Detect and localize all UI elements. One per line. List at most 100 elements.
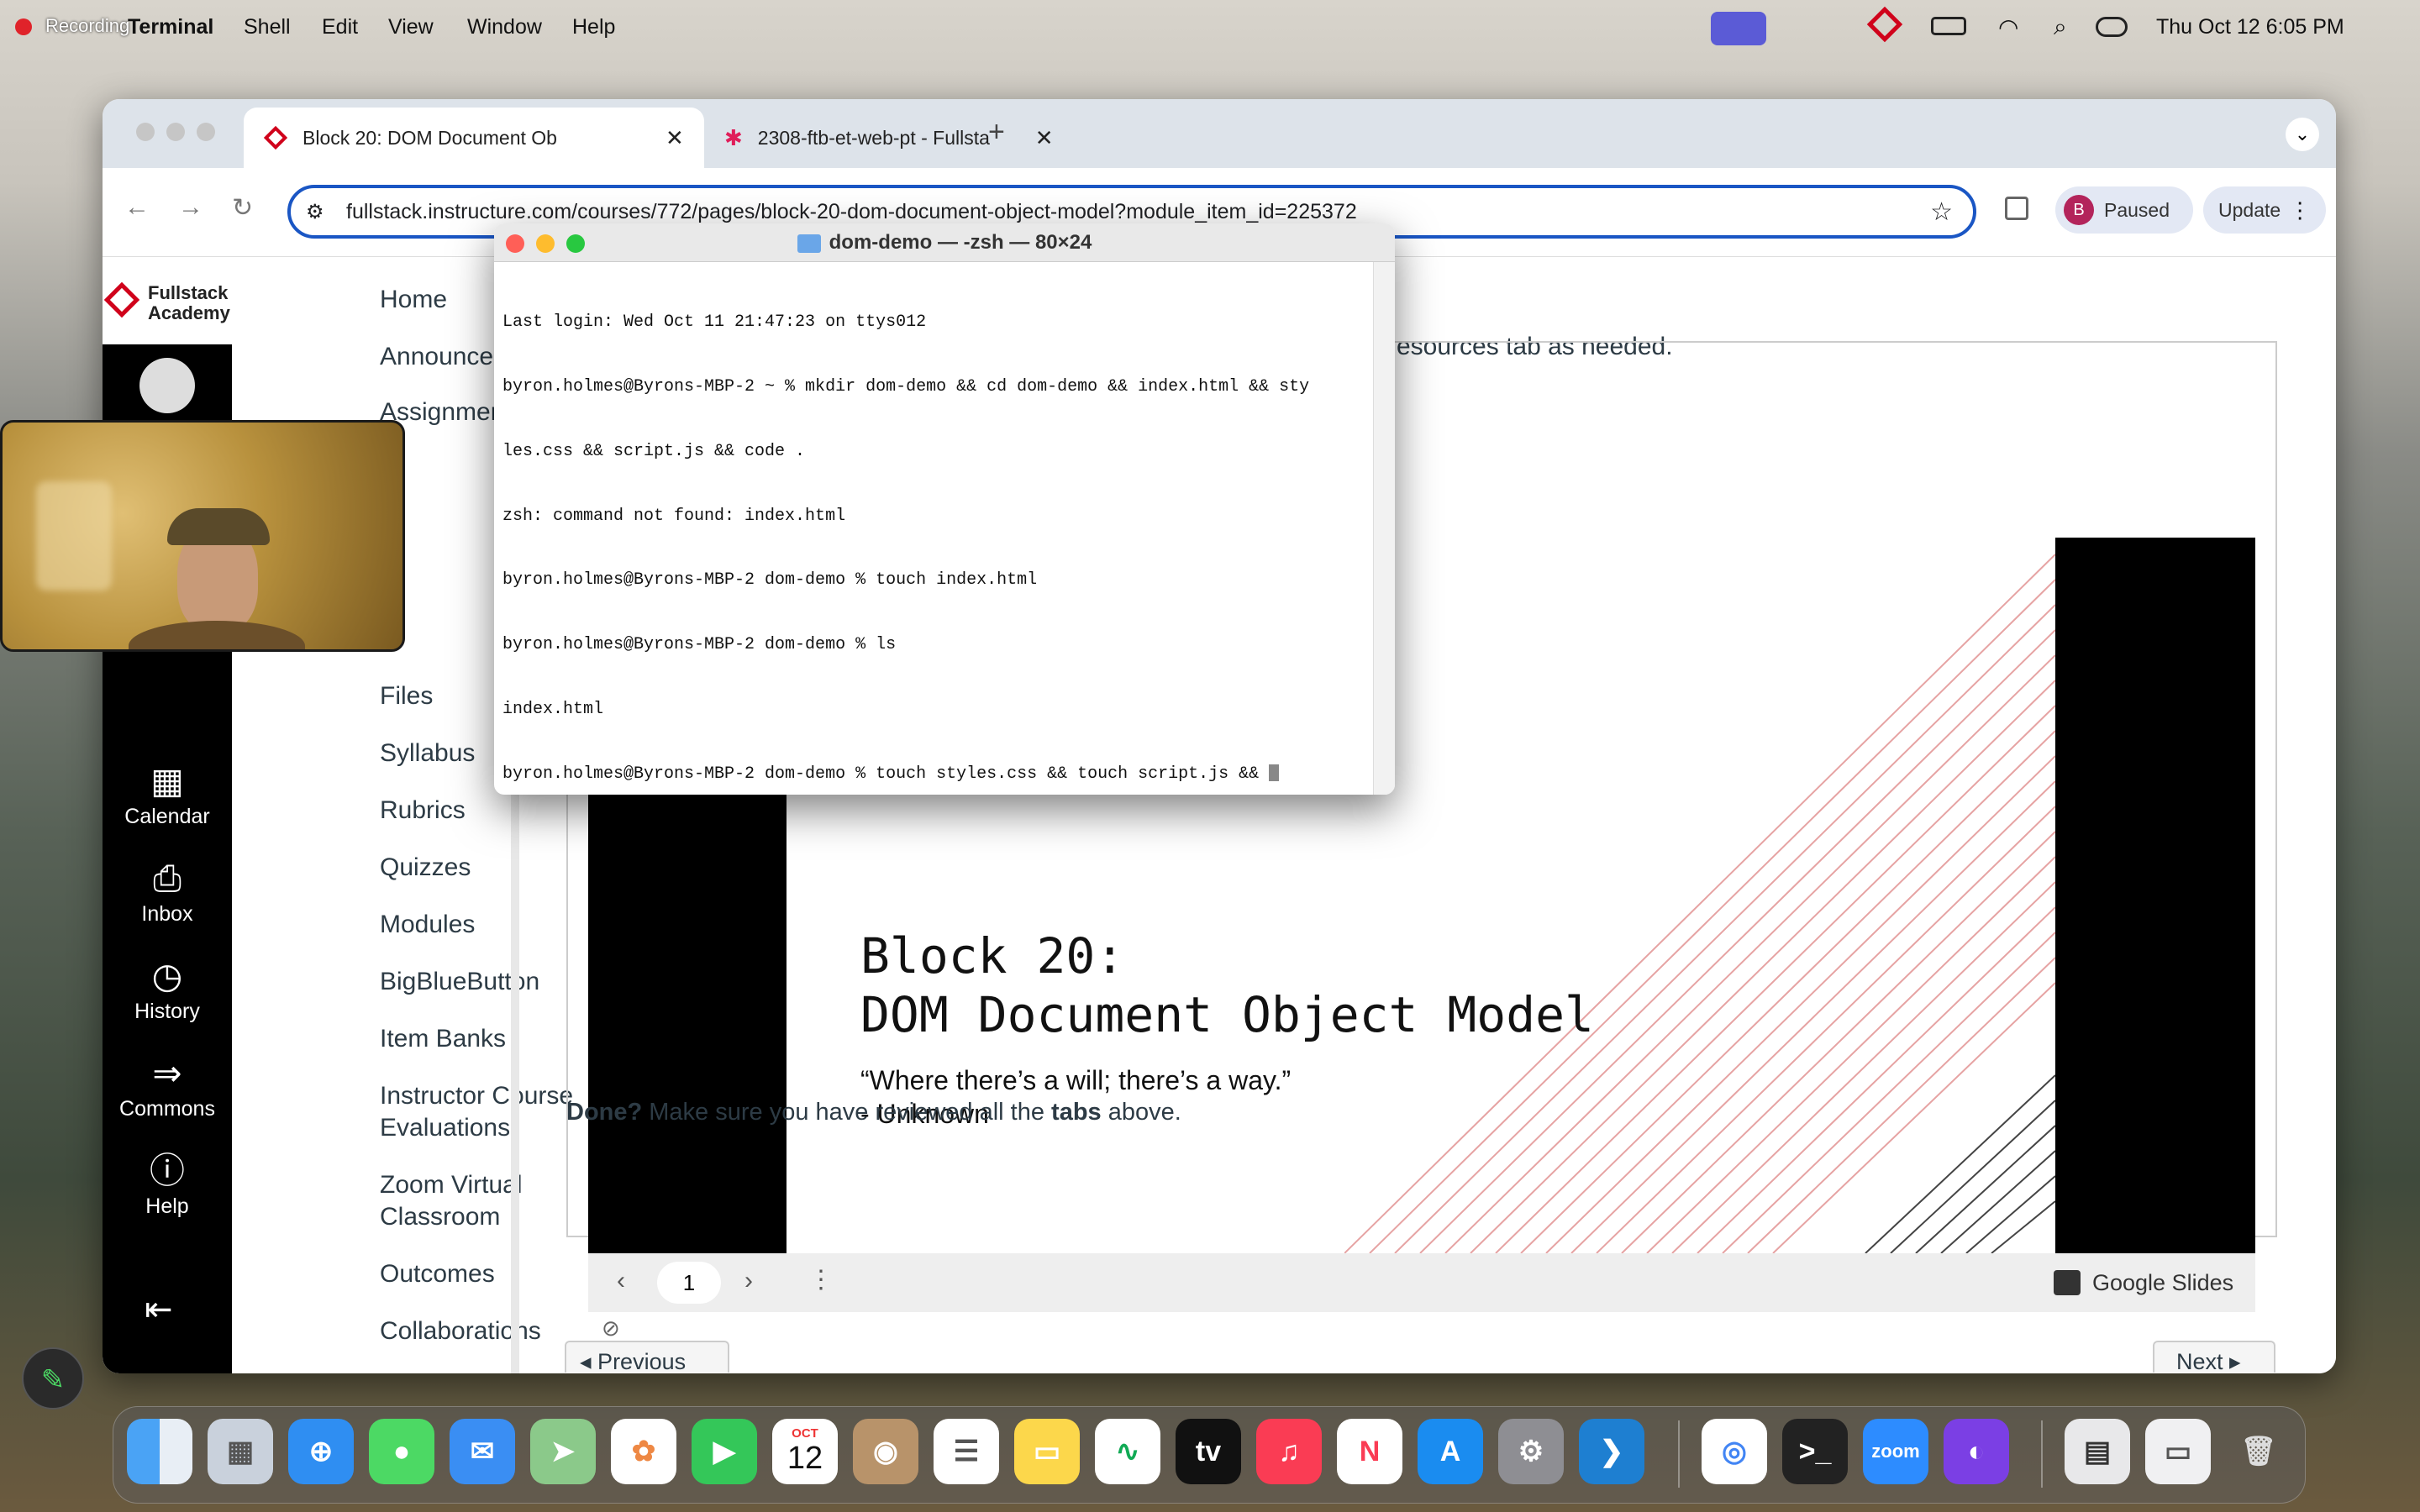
launchpad-icon[interactable]: ▦ <box>208 1419 273 1484</box>
previous-label: ◂ Previous <box>580 1349 687 1373</box>
firefox-icon[interactable]: ◐ <box>1944 1419 2009 1484</box>
course-nav-syllabus[interactable]: Syllabus <box>380 739 475 768</box>
course-nav-item-banks[interactable]: Item Banks <box>380 1025 506 1053</box>
terminal-zoom-button[interactable] <box>566 234 585 253</box>
downloads-stack-icon[interactable]: ▤ <box>2065 1419 2130 1484</box>
news-icon[interactable]: N <box>1337 1419 1402 1484</box>
tab-close-icon[interactable]: ✕ <box>1035 125 1054 151</box>
logo-area[interactable]: Fullstack Academy <box>103 257 232 344</box>
app-store-icon[interactable]: A <box>1418 1419 1483 1484</box>
help-icon: ⓘ <box>149 1151 185 1190</box>
window-zoom-button[interactable] <box>197 123 215 141</box>
reminders-icon[interactable]: ☰ <box>934 1419 999 1484</box>
forward-icon[interactable]: → <box>178 193 203 222</box>
reload-icon[interactable]: ↻ <box>232 193 253 223</box>
calendar-app-icon[interactable]: OCT 12 <box>772 1419 838 1484</box>
notes-icon[interactable]: ▭ <box>1014 1419 1080 1484</box>
terminal-close-button[interactable] <box>506 234 524 253</box>
freeform-icon[interactable]: ∿ <box>1095 1419 1160 1484</box>
terminal-titlebar[interactable]: dom-demo — -zsh — 80×24 <box>494 223 1395 262</box>
menu-edit[interactable]: Edit <box>322 15 358 39</box>
search-icon[interactable]: ⌕ <box>2054 13 2067 41</box>
zoom-app-icon[interactable]: zoom <box>1863 1419 1928 1484</box>
google-slides-icon <box>2054 1270 2081 1295</box>
kebab-menu-icon[interactable]: ⋮ <box>2289 197 2311 223</box>
tab-block-20[interactable]: Block 20: DOM Document Ob ✕ <box>244 108 704 168</box>
terminal-minimize-button[interactable] <box>536 234 555 253</box>
terminal-app-icon[interactable]: >_ <box>1782 1419 1848 1484</box>
course-nav-instructor-eval-line2[interactable]: Evaluations <box>380 1114 510 1142</box>
tab-slack[interactable]: ✱ 2308-ftb-et-web-pt - Fullsta ✕ <box>708 108 1060 168</box>
global-nav-help[interactable]: ⓘ Help <box>103 1152 232 1219</box>
menu-help[interactable]: Help <box>572 15 615 39</box>
menu-window[interactable]: Window <box>467 15 542 39</box>
contacts-icon[interactable]: ◉ <box>853 1419 918 1484</box>
new-tab-icon[interactable]: + <box>988 116 1005 149</box>
facetime-icon[interactable]: ▶ <box>692 1419 757 1484</box>
mail-icon[interactable]: ✉ <box>450 1419 515 1484</box>
window-close-button[interactable] <box>136 123 155 141</box>
tab-search-icon[interactable]: ⌄ <box>2286 118 2319 151</box>
slide-page-number[interactable]: 1 <box>657 1262 721 1304</box>
site-settings-icon[interactable]: ⚙ <box>306 200 324 224</box>
dock-calendar-day: 12 <box>786 1441 823 1476</box>
system-settings-icon[interactable]: ⚙ <box>1498 1419 1564 1484</box>
photos-icon[interactable]: ✿ <box>611 1419 676 1484</box>
slide-next-icon[interactable]: › <box>744 1267 753 1295</box>
profile-status: Paused <box>2104 198 2170 221</box>
annotate-pencil-icon[interactable]: ✎ <box>22 1347 84 1410</box>
fullstack-menu-icon[interactable] <box>1866 6 1903 43</box>
global-nav-label: Help <box>145 1194 189 1218</box>
menu-view[interactable]: View <box>388 15 434 39</box>
slide-options-icon[interactable]: ⋮ <box>808 1265 834 1294</box>
google-slides-label[interactable]: Google Slides <box>2092 1270 2233 1296</box>
menu-app-name[interactable]: Terminal <box>128 15 213 39</box>
global-nav-inbox[interactable]: ⎙ Inbox <box>103 860 232 927</box>
control-center-icon[interactable] <box>2096 17 2128 37</box>
back-icon[interactable]: ← <box>124 193 150 222</box>
global-nav-label: Calendar <box>124 805 210 828</box>
tab-close-icon[interactable]: ✕ <box>666 125 684 151</box>
next-button[interactable]: Next ▸ <box>2153 1341 2275 1373</box>
global-nav-calendar[interactable]: ▦ Calendar <box>103 763 232 829</box>
course-nav-zoom-line2[interactable]: Classroom <box>380 1203 500 1231</box>
screenshots-stack-icon[interactable]: ▭ <box>2145 1419 2211 1484</box>
battery-icon[interactable] <box>1931 17 1966 35</box>
terminal-output[interactable]: Last login: Wed Oct 11 21:47:23 on ttys0… <box>502 269 1376 795</box>
chrome-icon[interactable]: ◎ <box>1702 1419 1767 1484</box>
global-nav-history[interactable]: ◷ History <box>103 958 232 1024</box>
course-nav-zoom[interactable]: Zoom Virtual <box>380 1171 523 1200</box>
course-nav-outcomes[interactable]: Outcomes <box>380 1260 495 1289</box>
maps-icon[interactable]: ➤ <box>530 1419 596 1484</box>
screen-share-icon[interactable] <box>1711 12 1766 45</box>
course-nav-quizzes[interactable]: Quizzes <box>380 853 471 882</box>
slides-control-bar: ‹ 1 › ⋮ Google Slides <box>588 1253 2255 1312</box>
side-panel-icon[interactable] <box>2005 197 2028 220</box>
window-minimize-button[interactable] <box>166 123 185 141</box>
profile-button[interactable]: B Paused <box>2055 186 2193 234</box>
course-nav-modules[interactable]: Modules <box>380 911 475 939</box>
safari-icon[interactable]: ⊕ <box>288 1419 354 1484</box>
finder-icon[interactable] <box>127 1419 192 1484</box>
wifi-icon[interactable]: ◠ <box>1998 13 2018 41</box>
update-button[interactable]: Update ⋮ <box>2203 186 2326 234</box>
apple-tv-icon[interactable]: tv <box>1176 1419 1241 1484</box>
trash-icon[interactable]: 🗑 <box>2226 1419 2291 1484</box>
course-nav-rubrics[interactable]: Rubrics <box>380 796 466 825</box>
bookmark-star-icon[interactable]: ☆ <box>1930 197 1953 227</box>
course-nav-instructor-eval[interactable]: Instructor Course <box>380 1082 573 1110</box>
slide-prev-icon[interactable]: ‹ <box>617 1267 625 1295</box>
menu-shell[interactable]: Shell <box>244 15 291 39</box>
collapse-nav-icon[interactable]: ⇤ <box>145 1290 173 1329</box>
webcam-video[interactable] <box>0 420 405 652</box>
course-nav-home[interactable]: Home <box>380 286 447 314</box>
vscode-icon[interactable]: ❯ <box>1579 1419 1644 1484</box>
music-icon[interactable]: ♫ <box>1256 1419 1322 1484</box>
previous-button[interactable]: ◂ Previous <box>565 1341 729 1373</box>
global-nav-commons[interactable]: ⇒ Commons <box>103 1055 232 1121</box>
terminal-scrollbar[interactable] <box>1373 262 1395 795</box>
account-avatar[interactable] <box>139 358 195 413</box>
menu-datetime[interactable]: Thu Oct 12 6:05 PM <box>2156 15 2344 39</box>
course-nav-files[interactable]: Files <box>380 682 433 711</box>
messages-icon[interactable]: ● <box>369 1419 434 1484</box>
